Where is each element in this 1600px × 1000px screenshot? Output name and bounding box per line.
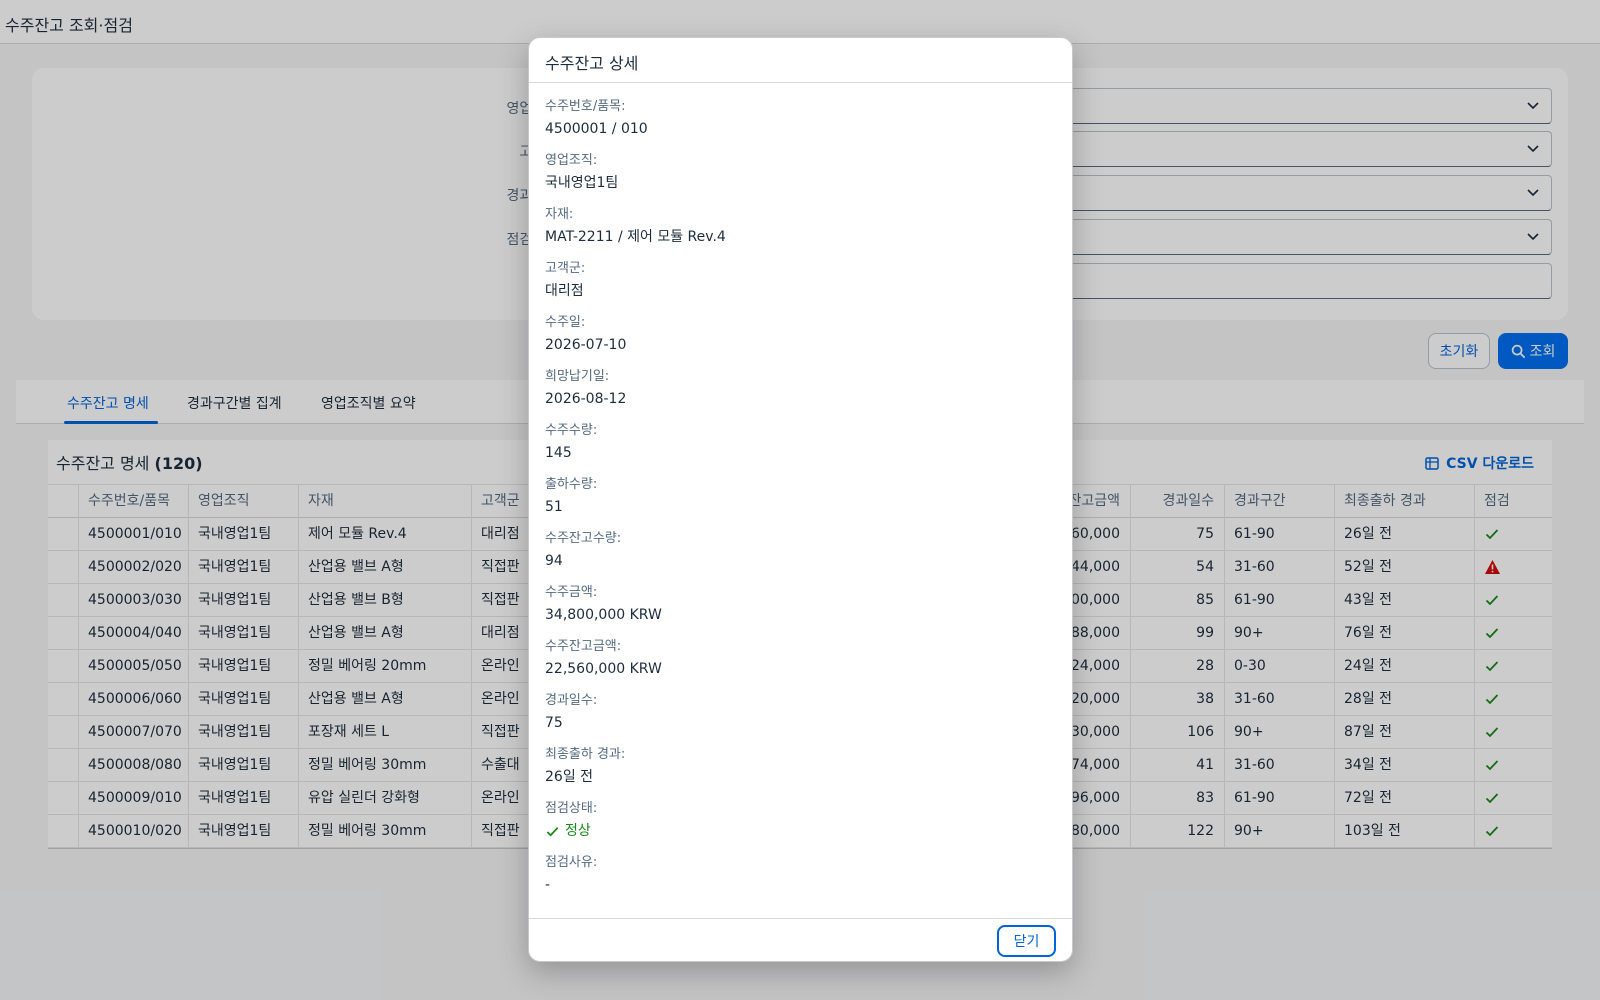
detail-field-value: MAT-2211 / 제어 모듈 Rev.4 (545, 229, 726, 245)
backlog-detail-dialog: 수주잔고 상세 수주번호/품목: 4500001 / 010 영업조직: 국내영업1팀… (528, 37, 1073, 962)
detail-field: 점검상태: 정상 (545, 798, 1055, 852)
detail-field-label: 점검사유: (545, 855, 598, 870)
detail-field-label: 수주잔고금액: (545, 639, 622, 654)
detail-field-label: 경과일수: (545, 693, 598, 708)
detail-field-value: 145 (545, 445, 572, 461)
detail-field-value: 51 (545, 499, 563, 515)
detail-field-value: 2026-07-10 (545, 337, 627, 353)
detail-field-value: 2026-08-12 (545, 391, 627, 407)
detail-field-value: 26일 전 (545, 769, 594, 785)
detail-field: 점검사유: - (545, 852, 1055, 906)
detail-field-value: 94 (545, 553, 563, 569)
detail-field-label: 최종출하 경과: (545, 747, 626, 762)
detail-field: 자재: MAT-2211 / 제어 모듈 Rev.4 (545, 204, 1055, 258)
detail-field-label: 수주번호/품목: (545, 99, 626, 114)
detail-field-value: 22,560,000 KRW (545, 661, 662, 677)
detail-field: 수주수량: 145 (545, 420, 1055, 474)
dialog-body: 수주번호/품목: 4500001 / 010 영업조직: 국내영업1팀자재: MAT-2… (545, 96, 1055, 906)
detail-field-value: 4500001 / 010 (545, 121, 648, 137)
status-text: 정상 (565, 823, 591, 839)
detail-field-value: 정상 (545, 820, 1055, 842)
detail-field-value: 국내영업1팀 (545, 175, 619, 191)
detail-field-label: 수주잔고수량: (545, 531, 622, 546)
detail-field-label: 출하수량: (545, 477, 598, 492)
detail-field: 수주금액: 34,800,000 KRW (545, 582, 1055, 636)
detail-field-value: 34,800,000 KRW (545, 607, 662, 623)
detail-field: 수주잔고수량: 94 (545, 528, 1055, 582)
detail-field-value: 대리점 (545, 283, 584, 299)
detail-field-label: 희망납기일: (545, 369, 610, 384)
detail-field-label: 수주수량: (545, 423, 598, 438)
detail-field-value: - (545, 877, 551, 893)
detail-field-label: 점검상태: (545, 801, 598, 816)
detail-field-label: 고객군: (545, 261, 586, 276)
detail-field: 수주번호/품목: 4500001 / 010 (545, 96, 1055, 150)
dialog-header: 수주잔고 상세 (529, 38, 1072, 83)
detail-field: 고객군: 대리점 (545, 258, 1055, 312)
detail-field: 수주잔고금액: 22,560,000 KRW (545, 636, 1055, 690)
detail-field-label: 수주금액: (545, 585, 598, 600)
detail-field: 최종출하 경과: 26일 전 (545, 744, 1055, 798)
detail-field-label: 자재: (545, 207, 574, 222)
close-button[interactable]: 닫기 (997, 925, 1056, 957)
detail-field: 희망납기일: 2026-08-12 (545, 366, 1055, 420)
check-icon (546, 826, 559, 836)
detail-field: 수주일: 2026-07-10 (545, 312, 1055, 366)
detail-field-label: 수주일: (545, 315, 586, 330)
detail-field-value: 75 (545, 715, 563, 731)
dialog-footer: 닫기 (529, 918, 1072, 961)
detail-field-label: 영업조직: (545, 153, 598, 168)
detail-field: 영업조직: 국내영업1팀 (545, 150, 1055, 204)
dialog-title: 수주잔고 상세 (545, 54, 639, 73)
detail-field: 출하수량: 51 (545, 474, 1055, 528)
detail-field: 경과일수: 75 (545, 690, 1055, 744)
